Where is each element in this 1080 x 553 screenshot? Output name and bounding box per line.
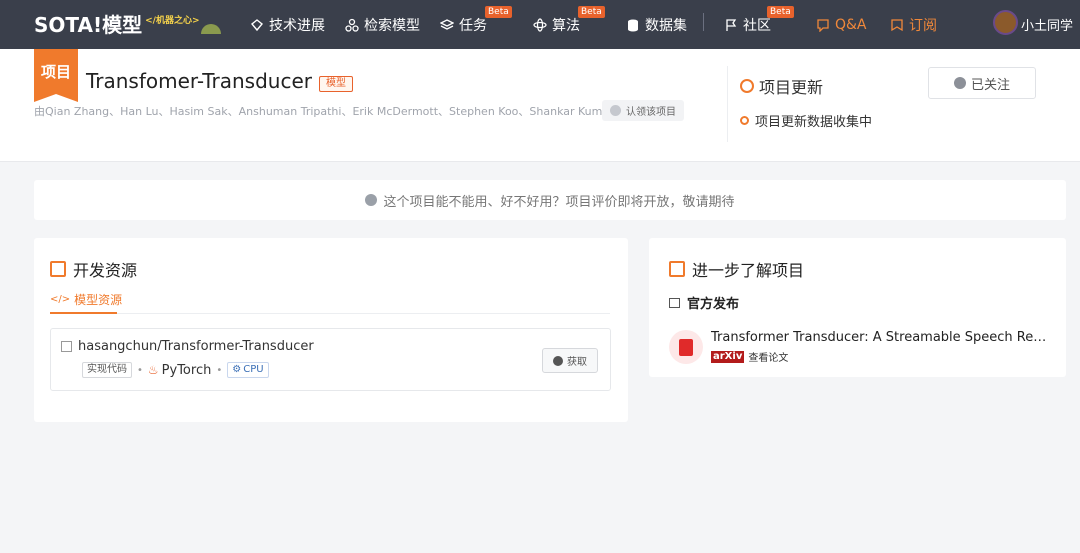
repo-meta: 实现代码 • ♨ PyTorch • ⚙ CPU (82, 362, 269, 378)
notice-bar: 这个项目能不能用、好不好用？项目评价即将开放，敬请期待 (34, 180, 1066, 220)
divider (727, 66, 728, 142)
nav-datasets[interactable]: 数据集 (626, 0, 687, 49)
claim-label: 认领该项目 (626, 107, 676, 118)
user-icon (610, 105, 621, 116)
github-icon (553, 355, 563, 366)
status-text: 项目更新数据收集中 (755, 115, 873, 130)
nodes-icon (345, 18, 359, 32)
flag-icon (724, 18, 738, 32)
qa-icon (816, 18, 830, 33)
logo-text: SOTA!模型 (34, 12, 143, 37)
separator: • (137, 364, 143, 376)
nav-label: 数据集 (645, 17, 687, 34)
nav-qa[interactable]: Q&A (816, 0, 867, 49)
nav-label: 检索模型 (364, 17, 420, 34)
beta-badge: Beta (578, 6, 605, 18)
layers-icon (439, 18, 455, 32)
updates-title: 项目更新 (740, 74, 823, 98)
gear-icon: ⚙ (232, 364, 242, 375)
follow-label: 已关注 (970, 77, 1010, 93)
nav-search-models[interactable]: 检索模型 (345, 0, 420, 49)
paper-meta: arXiv 查看论文 (711, 349, 788, 364)
dev-resources-card: 开发资源 </> 模型资源 hasangchun/Transformer-Tra… (34, 238, 628, 422)
paper-title[interactable]: Transformer Transducer: A Streamable Spe… (711, 330, 1051, 345)
section-label: 官方发布 (687, 297, 740, 312)
repo-item: hasangchun/Transformer-Transducer 实现代码 •… (50, 328, 611, 391)
learn-more-card: 进一步了解项目 官方发布 Transformer Transducer: A S… (649, 238, 1066, 377)
framework: PyTorch (161, 362, 212, 378)
nav-label: 任务 (459, 17, 487, 34)
arxiv-badge: arXiv (711, 350, 745, 363)
smile-icon (365, 194, 378, 206)
tab-divider (50, 313, 610, 314)
updates-title-text: 项目更新 (759, 78, 824, 97)
check-icon (953, 77, 966, 89)
separator: • (216, 364, 223, 376)
nav-algorithms[interactable]: 算法 (533, 0, 580, 49)
atom-icon (533, 17, 547, 32)
device-tag: ⚙ CPU (227, 362, 269, 378)
learn-more-title: 进一步了解项目 (669, 257, 804, 281)
repo-name-text: hasangchun/Transformer-Transducer (78, 339, 314, 354)
nav-divider (703, 13, 704, 31)
robot-icon (201, 24, 222, 34)
avatar[interactable] (993, 10, 1018, 35)
updates-status: 项目更新数据收集中 (740, 111, 872, 130)
nav-label: 订阅 (909, 17, 937, 34)
tab-label: 模型资源 (74, 293, 123, 307)
view-paper-link[interactable]: 查看论文 (748, 349, 788, 364)
diamond-icon (250, 18, 264, 32)
code-icon: </> (50, 294, 71, 305)
nav-label: Q&A (835, 16, 867, 33)
device-label: CPU (243, 364, 264, 375)
repo-icon (61, 341, 72, 352)
database-icon (626, 18, 640, 32)
nav-community[interactable]: 社区 (724, 0, 771, 49)
page-title: Transfomer-Transducer (86, 69, 312, 93)
card-title-text: 进一步了解项目 (692, 261, 805, 280)
logo-subtext: </机器之心> (145, 15, 200, 26)
top-nav: SOTA!模型 </机器之心> 技术进展 检索模型 任务 Beta 算法 Bet… (0, 0, 1080, 49)
card-title-text: 开发资源 (73, 261, 138, 280)
get-label: 获取 (567, 357, 587, 368)
status-dot-icon (740, 116, 749, 125)
chat-icon (740, 79, 754, 93)
nav-label: 技术进展 (269, 17, 325, 34)
get-button[interactable]: 获取 (542, 348, 598, 373)
monitor-icon (669, 297, 680, 308)
repo-name[interactable]: hasangchun/Transformer-Transducer (61, 339, 314, 354)
tab-underline (50, 312, 117, 314)
nav-tasks[interactable]: 任务 (439, 0, 487, 49)
code-tag: 实现代码 (82, 362, 132, 378)
code-box-icon (50, 261, 66, 277)
book-icon (669, 261, 685, 277)
dev-resources-title: 开发资源 (50, 257, 137, 281)
pytorch-icon: ♨ (147, 363, 159, 377)
project-badge: 项目 (34, 49, 78, 102)
claim-project-button[interactable]: 认领该项目 (602, 100, 684, 121)
logo[interactable]: SOTA!模型 </机器之心> (34, 8, 222, 38)
authors: 由Qian Zhang、Han Lu、Hasim Sak、Anshuman Tr… (34, 105, 636, 118)
bookmark-icon (890, 18, 904, 32)
type-tag: 模型 (319, 76, 353, 92)
beta-badge: Beta (767, 6, 794, 18)
tab-model-resources[interactable]: </> 模型资源 (50, 291, 122, 308)
project-header: 项目 Transfomer-Transducer 模型 由Qian Zhang、… (0, 49, 1080, 162)
follow-button[interactable]: 已关注 (928, 67, 1036, 99)
nav-label: 算法 (552, 17, 580, 34)
paper-icon (669, 330, 703, 364)
official-release-heading: 官方发布 (669, 293, 739, 312)
beta-badge: Beta (485, 6, 512, 18)
user-name[interactable]: 小土同学 (1021, 0, 1073, 49)
notice-text: 这个项目能不能用、好不好用？项目评价即将开放，敬请期待 (383, 194, 735, 210)
nav-tech-progress[interactable]: 技术进展 (250, 0, 325, 49)
nav-subscribe[interactable]: 订阅 (890, 0, 937, 49)
